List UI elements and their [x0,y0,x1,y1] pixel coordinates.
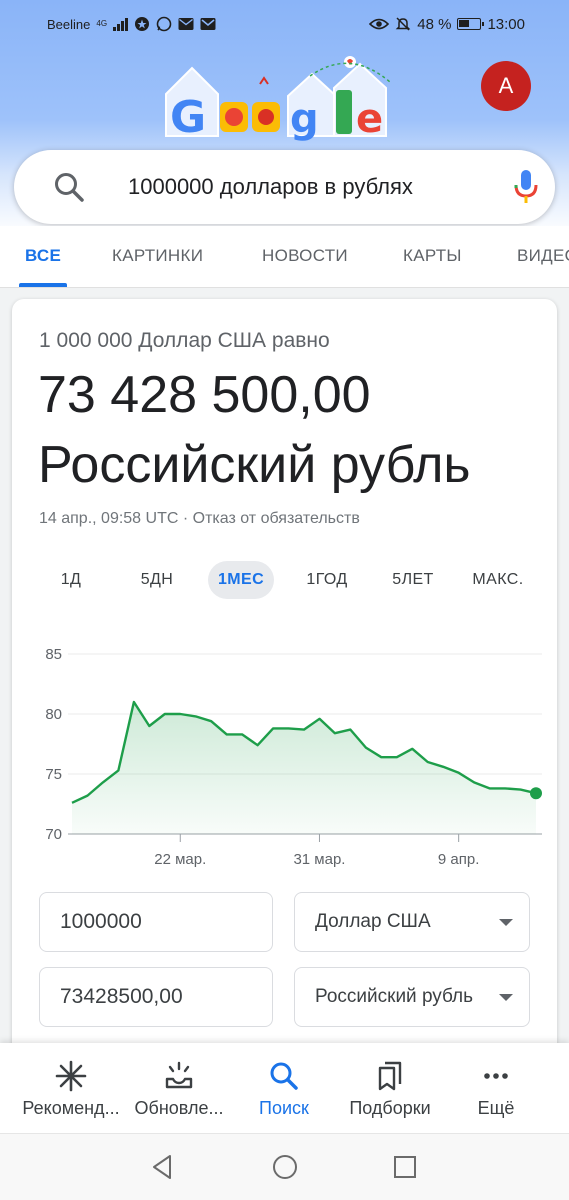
from-currency-value: Доллар США [315,911,431,932]
rate-timestamp[interactable]: 14 апр., 09:58 UTC · Отказ от обязательс… [39,510,360,528]
nav-more-label: Ещё [477,1098,515,1118]
nav-updates-label: Обновле... [134,1098,224,1118]
range-max[interactable]: МАКС. [467,561,529,599]
nav-collections-label: Подборки [349,1098,431,1118]
y-tick-label: 85 [45,646,62,663]
recents-icon[interactable] [390,1152,420,1182]
nav-search-label: Поиск [259,1098,309,1118]
search-icon [270,1062,298,1090]
updates-icon [165,1061,193,1089]
nav-discover[interactable]: Рекоменд... [16,1043,126,1133]
range-5y[interactable]: 5ЛЕТ [389,561,437,599]
search-icon[interactable] [52,170,86,204]
battery-percent: 48 % [417,15,452,33]
current-rate-point [530,787,542,800]
carrier-name: Beeline [47,16,91,32]
exchange-rate-chart[interactable]: 70 75 80 85 22 мар. 31 мар. 9 апр. [28,634,548,874]
notification-app-icon [135,17,150,31]
mute-bell-icon [395,17,411,31]
mail-icon [178,18,194,30]
tab-news[interactable]: НОВОСТИ [262,246,348,266]
system-navigation-bar [0,1133,569,1200]
network-type: 4G [96,19,108,28]
bottom-navigation: Рекоменд... Обновле... Поиск Подборки Ещ… [0,1043,569,1133]
search-query[interactable]: 1000000 долларов в рублях [128,174,413,200]
status-bar: Beeline 4G 48 % 13:00 [0,0,569,48]
range-5d[interactable]: 5ДН [136,561,178,599]
whatsapp-icon [156,16,172,32]
currency-converter-card: 1 000 000 Доллар США равно 73 428 500,00… [12,299,557,1059]
account-avatar[interactable]: A [481,61,531,111]
x-tick-label: 9 апр. [438,851,479,868]
clock: 13:00 [487,15,525,33]
range-1m[interactable]: 1МЕС [208,561,274,599]
nav-search[interactable]: Поиск [229,1043,339,1133]
search-bar[interactable]: 1000000 долларов в рублях [14,150,555,224]
active-tab-indicator [19,283,67,287]
svg-text:G: G [170,92,206,142]
nav-more[interactable]: Ещё [441,1043,551,1133]
chevron-down-icon [499,994,513,1001]
from-currency-select[interactable]: Доллар США [294,892,530,952]
tab-video[interactable]: ВИДЕО [517,246,569,266]
tab-images[interactable]: КАРТИНКИ [112,246,203,266]
svg-text:g: g [290,96,319,142]
nav-updates[interactable]: Обновле... [124,1043,234,1133]
range-1y[interactable]: 1ГОД [302,561,352,599]
microphone-icon[interactable] [512,168,540,206]
more-icon [484,1073,508,1079]
google-doodle-logo[interactable]: G g e [160,52,410,142]
y-tick-label: 70 [45,826,62,843]
y-tick-label: 80 [45,706,62,723]
y-tick-label: 75 [45,766,62,783]
to-currency-select[interactable]: Российский рубль [294,967,530,1027]
tab-maps[interactable]: КАРТЫ [403,246,462,266]
svg-text:e: e [356,96,383,142]
search-tabs: ВСЕ КАРТИНКИ НОВОСТИ КАРТЫ ВИДЕО [0,226,569,288]
tab-all[interactable]: ВСЕ [25,246,61,266]
gmail-icon [200,18,216,30]
conversion-result-currency: Российский рубль [38,436,471,494]
battery-icon [457,18,485,30]
conversion-result-amount: 73 428 500,00 [38,366,371,424]
nav-discover-label: Рекоменд... [22,1098,120,1118]
sparkle-icon [55,1060,87,1092]
x-tick-label: 31 мар. [293,851,345,868]
collections-icon [378,1061,402,1091]
to-amount-input[interactable]: 73428500,00 [39,967,273,1027]
range-1d[interactable]: 1Д [58,561,84,599]
home-icon[interactable] [270,1152,300,1182]
rate-area [72,702,536,834]
to-currency-value: Российский рубль [315,986,474,1007]
to-amount-value: 73428500,00 [60,985,183,1008]
x-tick-label: 22 мар. [154,851,206,868]
nav-collections[interactable]: Подборки [335,1043,445,1133]
from-amount-value: 1000000 [60,910,142,933]
conversion-source-line: 1 000 000 Доллар США равно [39,329,330,352]
eye-comfort-icon [369,18,390,30]
from-amount-input[interactable]: 1000000 [39,892,273,952]
chevron-down-icon [499,919,513,926]
back-icon[interactable] [148,1152,178,1182]
signal-icon [113,17,129,31]
